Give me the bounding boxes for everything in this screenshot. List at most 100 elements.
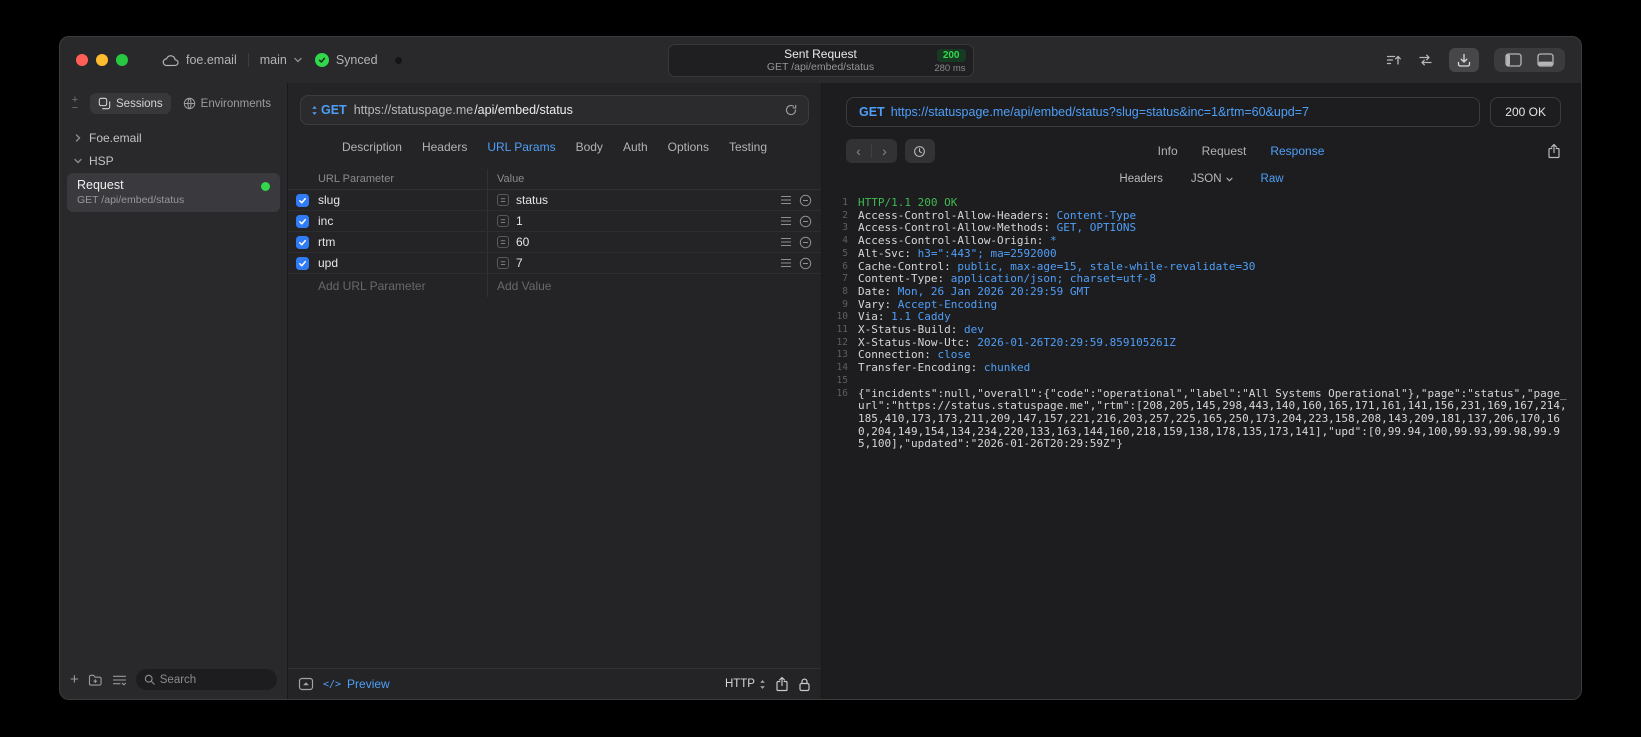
minimize-window-button[interactable] <box>96 54 108 66</box>
params-table: URL Parameter Value slug = status inc = 1 rtm =… <box>287 169 821 699</box>
param-name[interactable]: rtm <box>318 232 487 252</box>
show-panel-icon[interactable] <box>298 677 314 691</box>
value-type-icon[interactable]: = <box>496 257 509 269</box>
code-line-15: 15 <box>832 375 1567 388</box>
unsaved-changes-dot <box>394 56 402 64</box>
chevron-down-icon[interactable] <box>74 158 82 164</box>
request-tab-body[interactable]: Body <box>576 140 603 154</box>
multiline-icon[interactable] <box>780 258 792 268</box>
history-clock-button[interactable] <box>904 139 935 163</box>
remove-row-icon[interactable] <box>799 194 812 207</box>
request-tab-headers[interactable]: Headers <box>422 140 467 154</box>
sort-lines-icon[interactable] <box>1385 52 1402 68</box>
project-name[interactable]: foe.email <box>186 53 237 67</box>
param-row: upd = 7 <box>287 253 821 274</box>
request-tab-options[interactable]: Options <box>668 140 709 154</box>
remove-row-icon[interactable] <box>799 257 812 270</box>
sidebar-request-item[interactable]: Request GET /api/embed/status <box>67 173 280 212</box>
line-content: {"incidents":null,"overall":{"code":"ope… <box>857 386 1567 451</box>
compare-icon[interactable] <box>1417 52 1434 68</box>
preview-button[interactable]: </> Preview <box>323 677 390 691</box>
request-tab-description[interactable]: Description <box>342 140 402 154</box>
url-domain[interactable]: https://statuspage.me <box>354 103 474 117</box>
param-value[interactable]: 1 <box>516 214 523 228</box>
tree-item-foe-email[interactable]: Foe.email <box>60 126 287 149</box>
response-pane: GET https://statuspage.me/api/embed/stat… <box>821 83 1581 699</box>
response-url-box[interactable]: GET https://statuspage.me/api/embed/stat… <box>845 97 1481 127</box>
tab-sessions[interactable]: Sessions <box>90 93 171 114</box>
value-type-icon[interactable]: = <box>496 215 509 227</box>
remove-row-icon[interactable] <box>799 236 812 249</box>
window-controls <box>76 54 128 66</box>
chevron-down-icon[interactable] <box>294 57 302 63</box>
code-icon: </> <box>322 678 342 690</box>
param-checkbox[interactable] <box>288 253 318 273</box>
bottom-panel-icon[interactable] <box>1537 53 1554 67</box>
resend-icon[interactable] <box>784 103 798 117</box>
url-bar[interactable]: GET https://statuspage.me /api/embed/sta… <box>299 95 809 125</box>
response-code[interactable]: 1 HTTP/1.1 200 OK 2 Access-Control-Allow-He… <box>822 189 1581 699</box>
panel-toggle-group <box>1494 48 1565 72</box>
param-value[interactable]: status <box>516 193 548 207</box>
tree-item-label: Foe.email <box>89 130 142 145</box>
clock-icon <box>913 145 926 158</box>
add-url-parameter[interactable]: Add URL Parameter <box>318 274 487 297</box>
add-request-icon[interactable]: + <box>70 671 79 688</box>
lock-icon[interactable] <box>798 677 811 692</box>
line-number: 3 <box>842 222 848 234</box>
request-status-pill[interactable]: Sent Request GET /api/embed/status 200 2… <box>667 44 974 77</box>
share-icon[interactable] <box>775 676 789 692</box>
param-value[interactable]: 60 <box>516 235 529 249</box>
subtab-format-select[interactable]: JSON <box>1191 173 1233 185</box>
response-tab-response[interactable]: Response <box>1270 144 1324 158</box>
response-tab-request[interactable]: Request <box>1202 144 1247 158</box>
method-select[interactable]: GET <box>311 103 347 117</box>
remove-icon[interactable]: − <box>72 102 78 113</box>
value-type-icon[interactable]: = <box>496 236 509 248</box>
export-icon[interactable] <box>1547 143 1561 159</box>
param-checkbox[interactable] <box>288 190 318 210</box>
url-path[interactable]: /api/embed/status <box>474 103 573 117</box>
response-top: GET https://statuspage.me/api/embed/stat… <box>822 83 1581 133</box>
subtab-headers[interactable]: Headers <box>1119 173 1162 185</box>
format-label: JSON <box>1190 173 1222 185</box>
request-pane: GET https://statuspage.me /api/embed/sta… <box>287 83 822 699</box>
zoom-window-button[interactable] <box>116 54 128 66</box>
value-type-icon[interactable]: = <box>496 194 509 206</box>
chevron-right-icon[interactable] <box>74 133 82 142</box>
param-checkbox[interactable] <box>288 211 318 231</box>
param-name[interactable]: slug <box>318 190 487 210</box>
protocol-label: HTTP <box>724 678 755 690</box>
protocol-select[interactable]: HTTP <box>725 678 766 690</box>
subtab-raw[interactable]: Raw <box>1261 173 1284 185</box>
param-checkbox[interactable] <box>288 232 318 252</box>
param-name[interactable]: upd <box>318 253 487 273</box>
status-code-badge: 200 <box>936 49 966 62</box>
tab-environments[interactable]: Environments <box>175 93 279 114</box>
left-panel-icon[interactable] <box>1505 53 1522 67</box>
view-options-icon[interactable] <box>112 674 127 686</box>
multiline-icon[interactable] <box>780 237 792 247</box>
response-tab-info[interactable]: Info <box>1158 144 1178 158</box>
param-value[interactable]: 7 <box>516 256 523 270</box>
request-tab-auth[interactable]: Auth <box>623 140 648 154</box>
request-item-subtitle: GET /api/embed/status <box>77 194 185 206</box>
forward-button[interactable]: › <box>872 139 897 163</box>
multiline-icon[interactable] <box>780 195 792 205</box>
request-tab-testing[interactable]: Testing <box>729 140 767 154</box>
import-icon[interactable] <box>1449 48 1479 72</box>
new-folder-icon[interactable] <box>88 673 103 686</box>
request-tab-url-params[interactable]: URL Params <box>487 140 555 154</box>
search-input[interactable]: Search <box>135 669 277 690</box>
param-name[interactable]: inc <box>318 211 487 231</box>
back-button[interactable]: ‹ <box>846 139 871 163</box>
close-window-button[interactable] <box>76 54 88 66</box>
multiline-icon[interactable] <box>780 216 792 226</box>
titlebar: foe.email main Synced Sent Request GET /… <box>60 37 1581 83</box>
line-number: 6 <box>842 260 848 272</box>
add-value[interactable]: Add Value <box>486 274 821 297</box>
remove-row-icon[interactable] <box>799 215 812 228</box>
branch-name[interactable]: main <box>260 53 287 67</box>
line-number: 12 <box>836 336 848 348</box>
tree-item-hsp[interactable]: HSP <box>60 149 287 172</box>
